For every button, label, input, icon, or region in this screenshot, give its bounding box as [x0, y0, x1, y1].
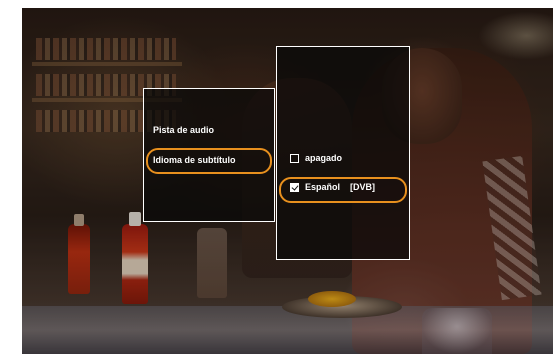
checkbox-unchecked-icon: [290, 153, 299, 163]
subtitle-option-off[interactable]: apagado: [290, 153, 342, 163]
menu-focus-highlight: [146, 148, 272, 174]
option-focus-highlight: [279, 177, 407, 203]
menu-item-audio-track[interactable]: Pista de audio: [153, 124, 214, 136]
subtitle-option-off-label: apagado: [305, 153, 343, 163]
